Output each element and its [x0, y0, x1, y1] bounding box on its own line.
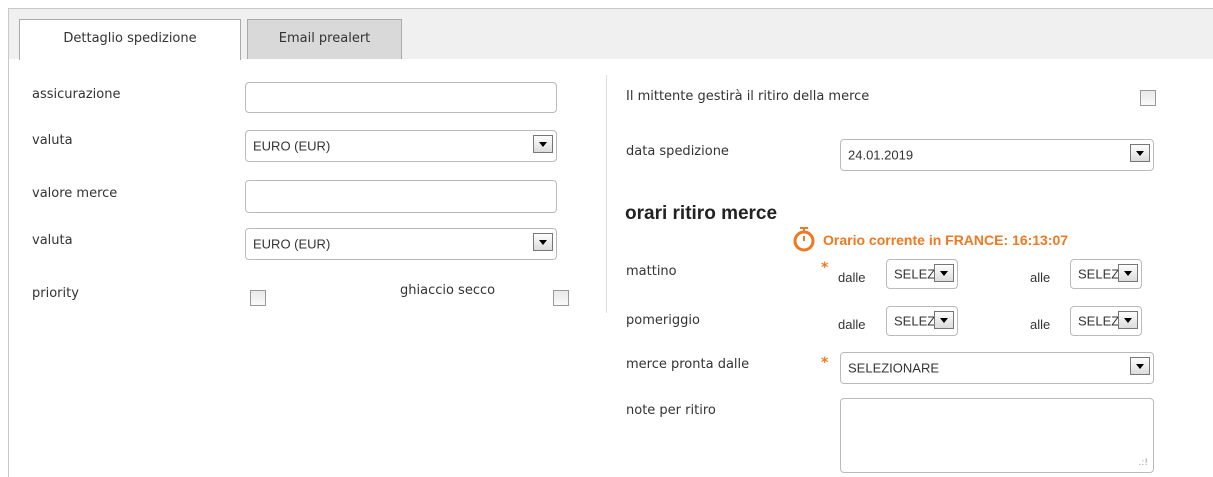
- required-asterisk: *: [821, 260, 829, 276]
- merce-pronta-label: merce pronta dalle: [626, 357, 750, 372]
- note-ritiro-label: note per ritiro: [626, 403, 716, 418]
- valuta-label-2: valuta: [32, 233, 73, 248]
- mattino-dalle-value: SELEZIONARE: [894, 266, 934, 282]
- chevron-down-icon[interactable]: [1130, 357, 1150, 375]
- mittente-ritiro-checkbox[interactable]: [1140, 90, 1156, 106]
- chevron-down-icon[interactable]: [1118, 311, 1138, 329]
- mattino-alle-select[interactable]: SELEZIONARE: [1070, 259, 1142, 289]
- tab-email-prealert[interactable]: Email prealert: [247, 19, 402, 59]
- merce-pronta-select[interactable]: SELEZIONARE: [840, 352, 1154, 384]
- pomeriggio-alle-select[interactable]: SELEZIONARE: [1070, 306, 1142, 336]
- priority-checkbox[interactable]: [250, 290, 266, 306]
- data-spedizione-select[interactable]: 24.01.2019: [840, 139, 1154, 171]
- ghiaccio-secco-checkbox[interactable]: [553, 290, 569, 306]
- mittente-ritiro-label: Il mittente gestirà il ritiro della merc…: [626, 89, 870, 104]
- chevron-down-icon[interactable]: [533, 233, 553, 251]
- pomeriggio-label: pomeriggio: [626, 313, 700, 328]
- chevron-down-icon[interactable]: [934, 264, 954, 282]
- valuta-select-value-2: EURO (EUR): [253, 236, 331, 252]
- pomeriggio-dalle-value: SELEZIONARE: [894, 313, 934, 329]
- mattino-dalle-label: dalle: [838, 270, 866, 285]
- assicurazione-label: assicurazione: [32, 87, 121, 102]
- assicurazione-input[interactable]: [245, 82, 557, 113]
- valuta-select-value: EURO (EUR): [253, 138, 331, 154]
- resize-grip-icon[interactable]: .:!: [1138, 458, 1148, 468]
- priority-label: priority: [32, 286, 79, 301]
- chevron-down-icon[interactable]: [934, 311, 954, 329]
- orario-corrente: Orario corrente in FRANCE: 16:13:07: [823, 232, 1069, 248]
- tab-dettaglio-spedizione[interactable]: Dettaglio spedizione: [19, 19, 241, 60]
- valuta-select-2[interactable]: EURO (EUR): [245, 228, 557, 260]
- mattino-alle-value: SELEZIONARE: [1078, 266, 1118, 282]
- note-ritiro-textarea[interactable]: .:!: [840, 398, 1154, 473]
- required-asterisk: *: [821, 355, 829, 371]
- data-spedizione-value: 24.01.2019: [848, 147, 914, 163]
- mattino-alle-label: alle: [1030, 270, 1051, 285]
- merce-pronta-value: SELEZIONARE: [848, 360, 940, 376]
- valore-merce-input[interactable]: [245, 180, 557, 213]
- valuta-label: valuta: [32, 133, 73, 148]
- pomeriggio-alle-label: alle: [1030, 317, 1051, 332]
- valore-merce-label: valore merce: [32, 186, 118, 201]
- pomeriggio-alle-value: SELEZIONARE: [1078, 313, 1118, 329]
- column-divider: [606, 75, 607, 313]
- pomeriggio-dalle-select[interactable]: SELEZIONARE: [886, 306, 958, 336]
- pomeriggio-dalle-label: dalle: [838, 317, 866, 332]
- chevron-down-icon[interactable]: [533, 135, 553, 153]
- mattino-label: mattino: [626, 264, 677, 279]
- tab-bar: Dettaglio spedizione Email prealert: [8, 8, 1213, 60]
- valuta-select[interactable]: EURO (EUR): [245, 130, 557, 162]
- panel-left-border: [8, 58, 9, 477]
- ghiaccio-secco-label: ghiaccio secco: [400, 283, 496, 298]
- chevron-down-icon[interactable]: [1130, 144, 1150, 162]
- orari-ritiro-heading: orari ritiro merce: [625, 203, 778, 224]
- mattino-dalle-select[interactable]: SELEZIONARE: [886, 259, 958, 289]
- clock-icon: [793, 227, 815, 252]
- data-spedizione-label: data spedizione: [626, 144, 729, 159]
- chevron-down-icon[interactable]: [1118, 264, 1138, 282]
